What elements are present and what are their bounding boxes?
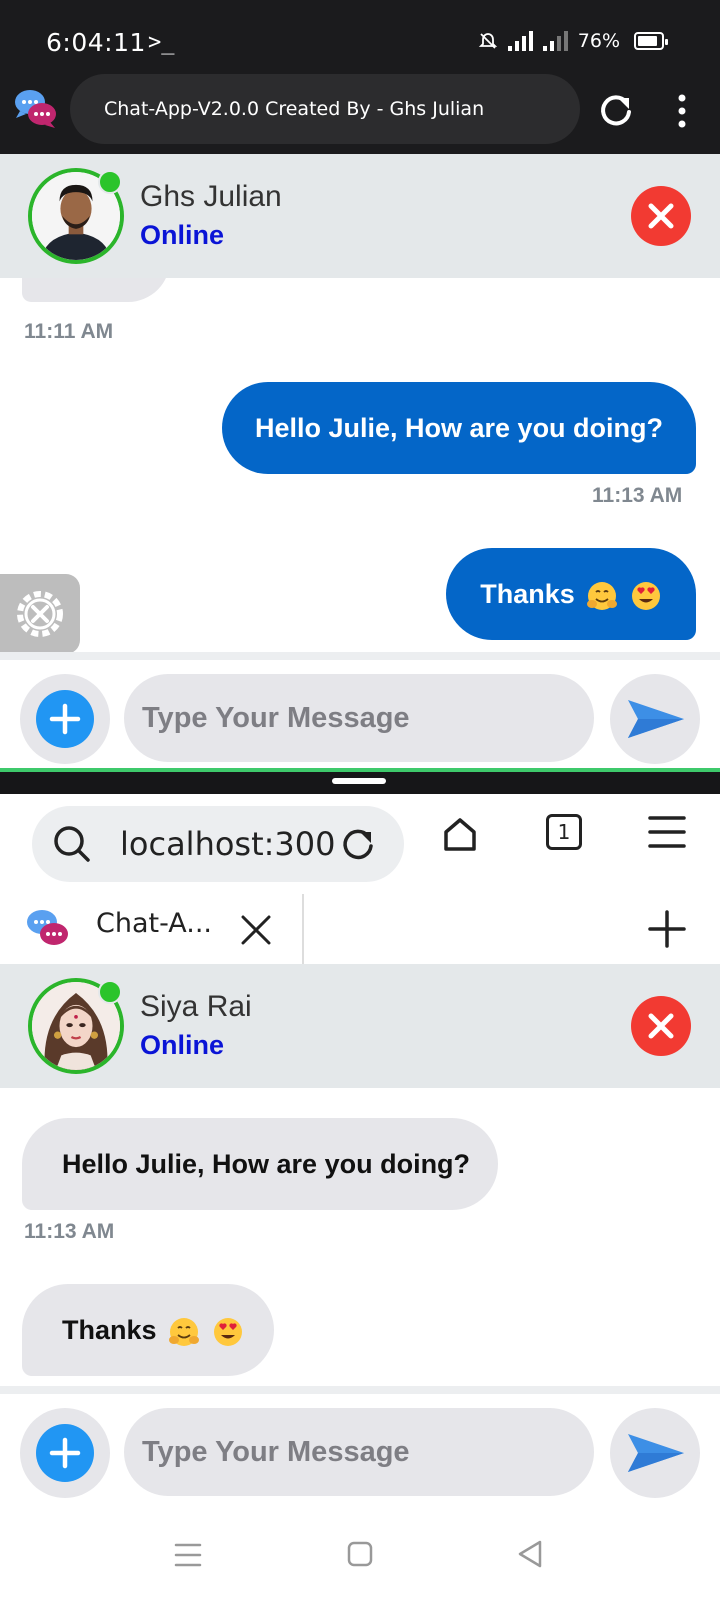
back-nav-icon[interactable] (516, 1538, 544, 1570)
chat-header-top: Ghs Julian Online (0, 154, 720, 278)
attach-button[interactable] (20, 674, 110, 764)
clock: 6:04:11 (46, 28, 146, 57)
plus-button-circle (36, 1424, 94, 1482)
home-icon[interactable] (440, 814, 480, 854)
home-nav-icon[interactable] (346, 1540, 374, 1568)
tab-chat-app[interactable]: Chat-A... (0, 894, 304, 966)
message-bubble-received: Thanks (22, 1284, 274, 1376)
hugging-face-emoji-icon (169, 1317, 200, 1346)
contact-status: Online (140, 220, 225, 250)
heart-eyes-emoji-icon (631, 581, 660, 610)
tools-gear-icon (17, 591, 63, 637)
chat-app-icon (27, 910, 68, 945)
message-list-top[interactable]: 11:11 AM Hello Julie, How are you doing?… (0, 278, 720, 652)
settings-fab[interactable] (0, 574, 80, 654)
url-text: localhost:300 (120, 825, 336, 863)
plus-button-circle (36, 690, 94, 748)
tabs-button[interactable]: 1 (546, 814, 582, 850)
send-icon (628, 700, 684, 738)
plus-icon (49, 1437, 81, 1469)
close-chat-button[interactable] (631, 996, 691, 1056)
signal-2-icon (542, 31, 568, 51)
status-icons: 76% (478, 30, 668, 52)
bell-muted-icon (478, 33, 497, 49)
split-screen-divider[interactable] (0, 768, 720, 794)
message-bubble-sent: Hello Julie, How are you doing? (222, 382, 696, 474)
send-button[interactable] (610, 674, 700, 764)
message-text: Thanks (480, 579, 575, 609)
new-tab-icon[interactable] (648, 910, 686, 948)
message-bubble-partial (22, 278, 170, 302)
menu-icon[interactable] (648, 814, 686, 850)
system-nav-bar (0, 1512, 720, 1600)
tab-strip: Chat-A... (0, 894, 720, 966)
close-icon (648, 1013, 674, 1039)
terminal-icon: >_ (148, 30, 175, 55)
message-time: 11:13 AM (24, 1220, 115, 1243)
attach-button[interactable] (20, 1408, 110, 1498)
message-input-bar-top: Type Your Message (0, 652, 720, 772)
online-indicator (98, 980, 122, 1004)
message-input-bar-bottom: Type Your Message (0, 1386, 720, 1506)
message-input[interactable]: Type Your Message (124, 674, 594, 762)
contact-name: Siya Rai (140, 990, 252, 1023)
close-icon (648, 203, 674, 229)
chat-app-icon (15, 90, 56, 128)
send-icon (628, 1434, 684, 1472)
tab-title: Chat-A... (96, 908, 212, 939)
signal-1-icon (507, 31, 533, 51)
close-tab-icon[interactable] (240, 914, 272, 946)
message-input[interactable]: Type Your Message (124, 1408, 594, 1496)
message-bubble-sent: Thanks (446, 548, 696, 640)
plus-icon (49, 703, 81, 735)
search-icon (54, 826, 90, 862)
message-text: Hello Julie, How are you doing? (62, 1149, 471, 1179)
reload-icon[interactable] (596, 90, 636, 130)
send-button[interactable] (610, 1408, 700, 1498)
kebab-menu-icon[interactable] (676, 94, 688, 128)
message-time: 11:11 AM (24, 320, 114, 343)
reload-icon[interactable] (338, 824, 378, 864)
message-time: 11:13 AM (592, 484, 683, 507)
split-handle[interactable] (332, 778, 386, 784)
hugging-face-emoji-icon (587, 581, 618, 610)
battery-percent: 76% (577, 30, 620, 52)
message-text: Thanks (62, 1315, 157, 1345)
recent-apps-icon[interactable] (174, 1542, 202, 1568)
message-text: Hello Julie, How are you doing? (254, 413, 664, 443)
battery-icon (634, 32, 668, 50)
close-chat-button[interactable] (631, 186, 691, 246)
message-list-bottom[interactable]: Hello Julie, How are you doing? 11:13 AM… (0, 1088, 720, 1388)
message-bubble-received: Hello Julie, How are you doing? (22, 1118, 498, 1210)
chat-header-bottom: Siya Rai Online (0, 964, 720, 1088)
page-title-pill[interactable]: Chat-App-V2.0.0 Created By - Ghs Julian (70, 74, 580, 144)
heart-eyes-emoji-icon (213, 1317, 242, 1346)
contact-status: Online (140, 1030, 225, 1060)
browser-bottom: localhost:300 1 Chat-A... (0, 794, 720, 966)
online-indicator (98, 170, 122, 194)
tab-count: 1 (557, 820, 571, 844)
contact-name: Ghs Julian (140, 180, 282, 213)
url-bar[interactable]: localhost:300 (32, 806, 404, 882)
browser-top-bar: Chat-App-V2.0.0 Created By - Ghs Julian (0, 74, 720, 154)
